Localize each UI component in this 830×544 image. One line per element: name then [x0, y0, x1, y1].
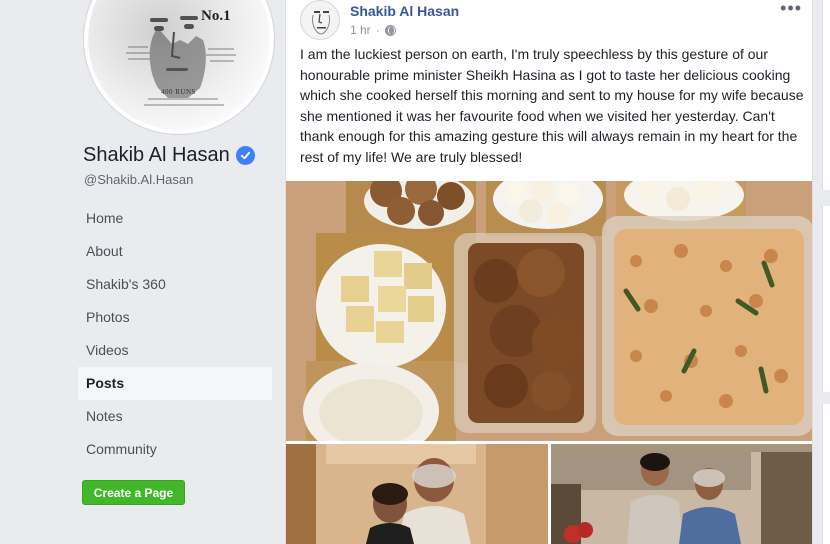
nav-item-about[interactable]: About	[78, 235, 272, 268]
more-options-icon[interactable]: •••	[780, 0, 802, 17]
right-column-edge	[814, 0, 830, 544]
meta-separator: ·	[375, 23, 380, 37]
nav-item-home[interactable]: Home	[78, 202, 272, 235]
post-card: Shakib Al Hasan 1 hr · ••• I am the luck…	[285, 0, 813, 544]
post-author-avatar[interactable]	[300, 0, 340, 40]
nav-item-photos[interactable]: Photos	[78, 301, 272, 334]
page-handle[interactable]: @Shakib.Al.Hasan	[84, 172, 193, 187]
right-card-edge	[822, 0, 830, 190]
nav-item-label: Home	[86, 210, 124, 226]
right-card-edge	[822, 206, 830, 392]
nav-item-posts[interactable]: Posts	[78, 367, 272, 400]
post-meta: 1 hr ·	[350, 23, 396, 37]
avatar-caption-text: 400 RUNS	[161, 88, 196, 96]
nav-item-label: Community	[86, 441, 157, 457]
right-card-edge	[822, 404, 830, 544]
nav-item-label: Photos	[86, 309, 130, 325]
page-name[interactable]: Shakib Al Hasan	[83, 144, 255, 167]
nav-item-notes[interactable]: Notes	[78, 400, 272, 433]
nav-item-videos[interactable]: Videos	[78, 334, 272, 367]
verified-check-icon	[235, 146, 255, 165]
avatar-badge-text: No.1	[201, 8, 231, 24]
nav-item-label: Posts	[86, 375, 125, 391]
page-sidebar: No.1 400 RUNS Shakib Al Hasan @Shakib.Al…	[0, 0, 284, 544]
post-timestamp[interactable]: 1 hr	[350, 23, 371, 37]
post-body-text: I am the luckiest person on earth, I'm t…	[300, 46, 804, 165]
post-photo-visit-2[interactable]	[551, 444, 812, 544]
page-name-text: Shakib Al Hasan	[83, 144, 230, 166]
nav-item-label: Shakib's 360	[86, 276, 166, 292]
page-nav: Home About Shakib's 360 Photos Videos Po…	[78, 202, 272, 466]
nav-item-community[interactable]: Community	[78, 433, 272, 466]
globe-icon[interactable]	[384, 24, 396, 36]
post-photo-food[interactable]	[286, 181, 812, 441]
post-author-name[interactable]: Shakib Al Hasan	[350, 3, 459, 19]
nav-item-label: About	[86, 243, 123, 259]
post-photo-visit-1[interactable]	[286, 444, 548, 544]
nav-item-label: Videos	[86, 342, 129, 358]
profile-picture-art: No.1 400 RUNS	[88, 0, 270, 130]
create-page-button[interactable]: Create a Page	[82, 480, 185, 505]
nav-item-360[interactable]: Shakib's 360	[78, 268, 272, 301]
nav-item-label: Notes	[86, 408, 123, 424]
profile-picture[interactable]: No.1 400 RUNS	[84, 0, 274, 134]
